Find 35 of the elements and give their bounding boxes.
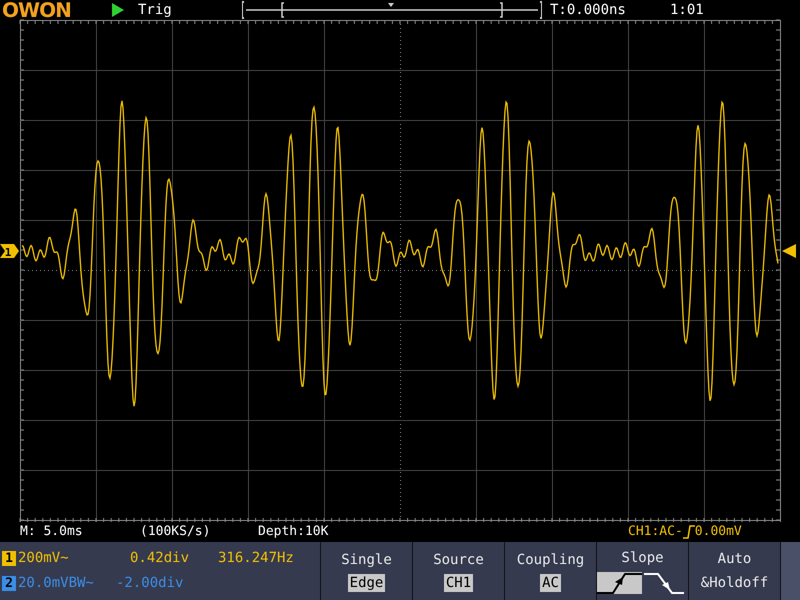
menu-softkey[interactable]: Slope [597,542,689,600]
channel-marker-label: 1 [4,246,12,259]
channel-scale: 20.0mVBW~ [18,574,95,593]
depth-label: Depth:10K [258,523,330,542]
menu-title: Single [341,551,392,570]
menu-value: CH1 [444,574,474,592]
rising-slope-icon[interactable] [596,572,642,594]
trigger-status: Trig [138,0,173,20]
menu-title: Source [433,551,484,570]
sample-rate-label: (100KS/s) [140,523,212,542]
channel-position: 0.42div [130,549,190,568]
channel-number: 1 [2,551,16,566]
channel-scale: 200mV~ [18,549,70,568]
side-panel [781,542,800,600]
channel-marker [0,244,19,258]
rising-edge-icon [682,525,695,539]
channel-position: -2.00div [116,574,184,593]
menu-title: Slope [621,549,664,568]
menu-value: AC [540,574,561,592]
trigger-time: T:0.000ns [550,0,627,20]
menu-title: Auto [718,550,752,568]
trigger-level: 0.00mV [694,523,742,542]
channel-number: 2 [2,576,16,591]
brand-logo: OWON [2,0,72,20]
clock-time: 1:01 [670,0,704,20]
menu-title: Coupling [516,551,584,570]
menu-value: Edge [348,574,386,592]
menu-softkey[interactable]: Single Edge [321,542,413,600]
channel-frequency: 316.247Hz [218,549,294,568]
trigger-info: CH1:AC- [628,523,683,542]
menu-softkey[interactable]: Source CH1 [413,542,505,600]
menu-subtitle: &Holdoff [700,574,768,592]
trigger-level-arrow [782,244,796,258]
timebase-label: M: 5.0ms [20,523,84,542]
menu-softkey[interactable]: Coupling AC [505,542,597,600]
